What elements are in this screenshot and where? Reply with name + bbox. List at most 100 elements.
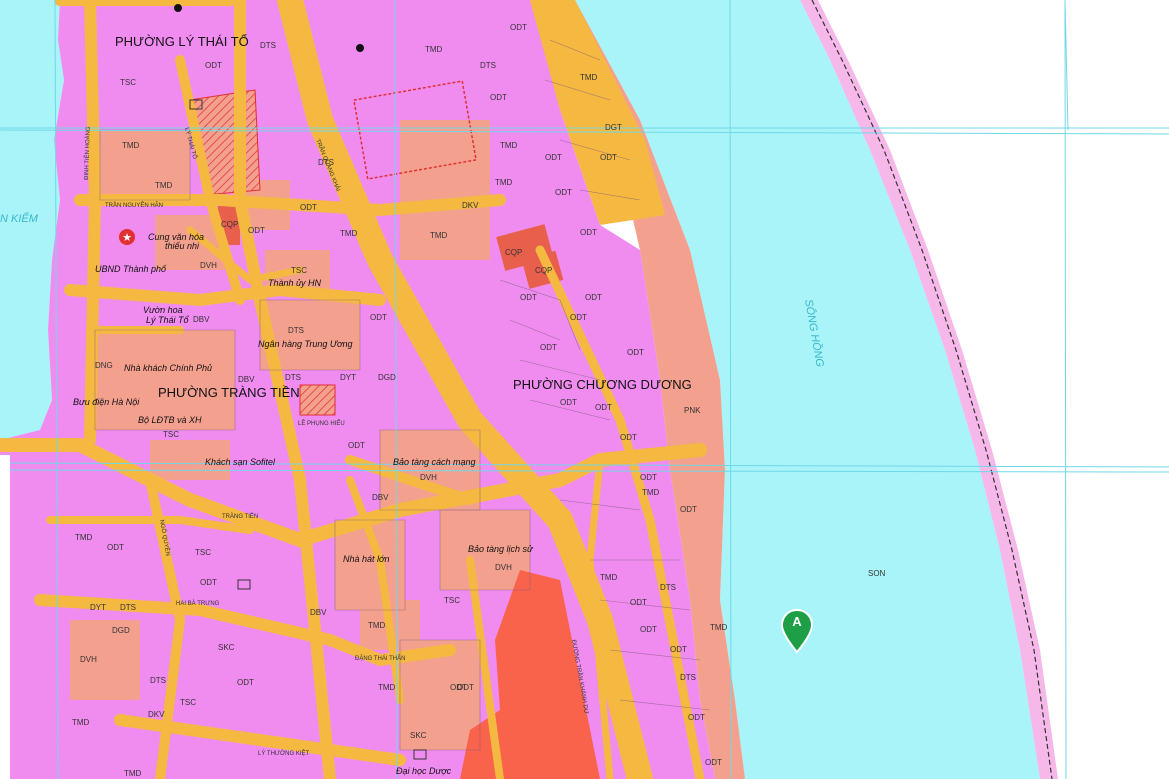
land-use-code-label: DGD [112, 626, 130, 635]
land-use-code-label: TSC [120, 78, 136, 87]
lake-label: N KIẾM [0, 212, 39, 225]
land-use-code-label: DTS [120, 603, 136, 612]
land-use-code-label: TMD [580, 73, 598, 82]
place-ubnd: UBND Thành phố [95, 264, 167, 274]
land-use-code-label: TMD [500, 141, 518, 150]
land-use-code-label: DYT [340, 373, 356, 382]
place-bo-ldtb: Bộ LĐTB và XH [138, 415, 202, 425]
svg-text:★: ★ [122, 231, 132, 244]
land-use-code-label: DVH [200, 261, 217, 270]
land-use-code-label: DTS [660, 583, 676, 592]
land-use-code-label: DVH [495, 563, 512, 572]
place-nha-khach: Nhà khách Chính Phủ [124, 363, 212, 373]
land-use-code-label: ODT [200, 578, 217, 587]
land-use-code-label: PNK [684, 406, 701, 415]
land-use-code-label: TMD [75, 533, 93, 542]
land-use-code-label: ODT [300, 203, 317, 212]
land-use-code-label: ODT [680, 505, 697, 514]
land-use-code-label: TMD [710, 623, 728, 632]
land-use-code-label: ODT [630, 598, 647, 607]
land-use-code-label: DKV [462, 201, 479, 210]
ward-label-ly-thai-to: PHƯỜNG LÝ THÁI TỔ [115, 34, 249, 49]
land-use-code-label: ODT [248, 226, 265, 235]
marker-pin-icon [780, 608, 814, 654]
ward-label-trang-tien: PHƯỜNG TRÀNG TIỀN [158, 385, 300, 400]
land-use-code-label: CQP [221, 220, 238, 229]
land-use-code-label: ODT [560, 398, 577, 407]
land-use-code-label: TSC [180, 698, 196, 707]
land-use-code-label: ODT [620, 433, 637, 442]
land-use-code-label: DTS [150, 676, 166, 685]
land-use-code-label: TMD [155, 181, 173, 190]
land-use-code-label: TSC [444, 596, 460, 605]
place-bao-tang-ls: Bảo tàng lịch sử [468, 544, 534, 554]
land-use-code-label: SKC [218, 643, 235, 652]
land-use-code-label: DNG [95, 361, 113, 370]
land-use-code-label: DVH [420, 473, 437, 482]
map-canvas[interactable]: ★ PHƯỜNG LÝ THÁI TỔ PHƯỜNG TRÀNG TIỀN PH… [0, 0, 1169, 779]
land-use-code-label: SKC [410, 731, 427, 740]
land-use-code-label: TMD [425, 45, 443, 54]
land-use-map[interactable]: ★ PHƯỜNG LÝ THÁI TỔ PHƯỜNG TRÀNG TIỀN PH… [0, 0, 1169, 779]
land-use-code-label: ODT [457, 683, 474, 692]
land-use-code-label: ODT [585, 293, 602, 302]
land-use-code-label: CQP [535, 266, 552, 275]
land-use-code-label: DTS [285, 373, 301, 382]
land-use-code-label: DTS [480, 61, 496, 70]
land-use-code-label: TSC [291, 266, 307, 275]
land-use-code-label: TMD [430, 231, 448, 240]
land-use-code-label: ODT [640, 473, 657, 482]
street-tran-nguyen-han: TRẦN NGUYÊN HÃN [105, 201, 163, 209]
place-ly-thai-to-park: Lý Thái Tổ [146, 315, 190, 325]
land-use-code-label: ODT [705, 758, 722, 767]
land-use-code-label: ODT [205, 61, 222, 70]
land-use-code-label: TMD [642, 488, 660, 497]
land-use-code-label: TMD [122, 141, 140, 150]
land-use-code-label: ODT [545, 153, 562, 162]
land-use-code-label: ODT [640, 625, 657, 634]
place-ngan-hang: Ngân hàng Trung Ương [258, 339, 352, 349]
land-use-code-label: DBV [310, 608, 327, 617]
land-use-code-label: ODT [140, 0, 157, 2]
ward-label-chuong-duong: PHƯỜNG CHƯƠNG DƯƠNG [513, 377, 692, 392]
land-use-code-label: DBV [372, 493, 389, 502]
street-dang-thai-than: ĐẶNG THÁI THÂN [355, 655, 405, 662]
place-dai-hoc-duoc: Đại học Dược [396, 766, 452, 776]
street-ly-thuong-kiet: LÝ THƯỜNG KIỆT [258, 749, 310, 757]
place-thanh-uy: Thành ủy HN [268, 278, 322, 288]
map-marker-a[interactable]: A [780, 608, 814, 654]
land-use-code-label: DKV [148, 710, 165, 719]
land-use-code-label: ODT [627, 348, 644, 357]
water-code-label: SON [868, 569, 886, 578]
land-use-code-label: ODT [237, 678, 254, 687]
land-use-code-label: ODT [490, 93, 507, 102]
land-use-code-label: TSC [195, 548, 211, 557]
street-le-phung-hieu: LÊ PHỤNG HIỂU [298, 419, 345, 427]
land-use-code-label: TMD [340, 229, 358, 238]
land-use-code-label: TMD [368, 621, 386, 630]
land-use-code-label: TMD [600, 573, 618, 582]
land-use-code-label: TMD [378, 683, 396, 692]
point-icon [174, 4, 182, 12]
place-vuon-hoa: Vườn hoa [143, 305, 183, 315]
point-icon [356, 44, 364, 52]
land-use-code-label: DGD [378, 373, 396, 382]
land-use-code-label: ODT [670, 645, 687, 654]
street-trang-tien: TRÀNG TIỀN [222, 513, 258, 520]
land-use-code-label: ODT [595, 403, 612, 412]
planned-zone-2020-b [299, 384, 336, 416]
land-use-code-label: TMD [72, 718, 90, 727]
land-use-code-label: TMD [495, 178, 513, 187]
land-use-code-label: DTS [288, 326, 304, 335]
place-nha-hat: Nhà hát lớn [343, 554, 389, 564]
land-use-code-label: DBV [238, 375, 255, 384]
land-use-code-label: ODT [107, 543, 124, 552]
land-use-code-label: DTS [318, 158, 334, 167]
place-ks-sofitel: Khách sạn Sofitel [205, 457, 276, 467]
land-use-code-label: ODT [510, 23, 527, 32]
land-use-code-label: ODT [580, 228, 597, 237]
land-use-code-label: TMD [124, 769, 142, 778]
land-use-code-label: DBV [193, 315, 210, 324]
place-bao-tang-cm: Bảo tàng cách mạng [393, 457, 476, 467]
land-use-code-label: TSC [163, 430, 179, 439]
